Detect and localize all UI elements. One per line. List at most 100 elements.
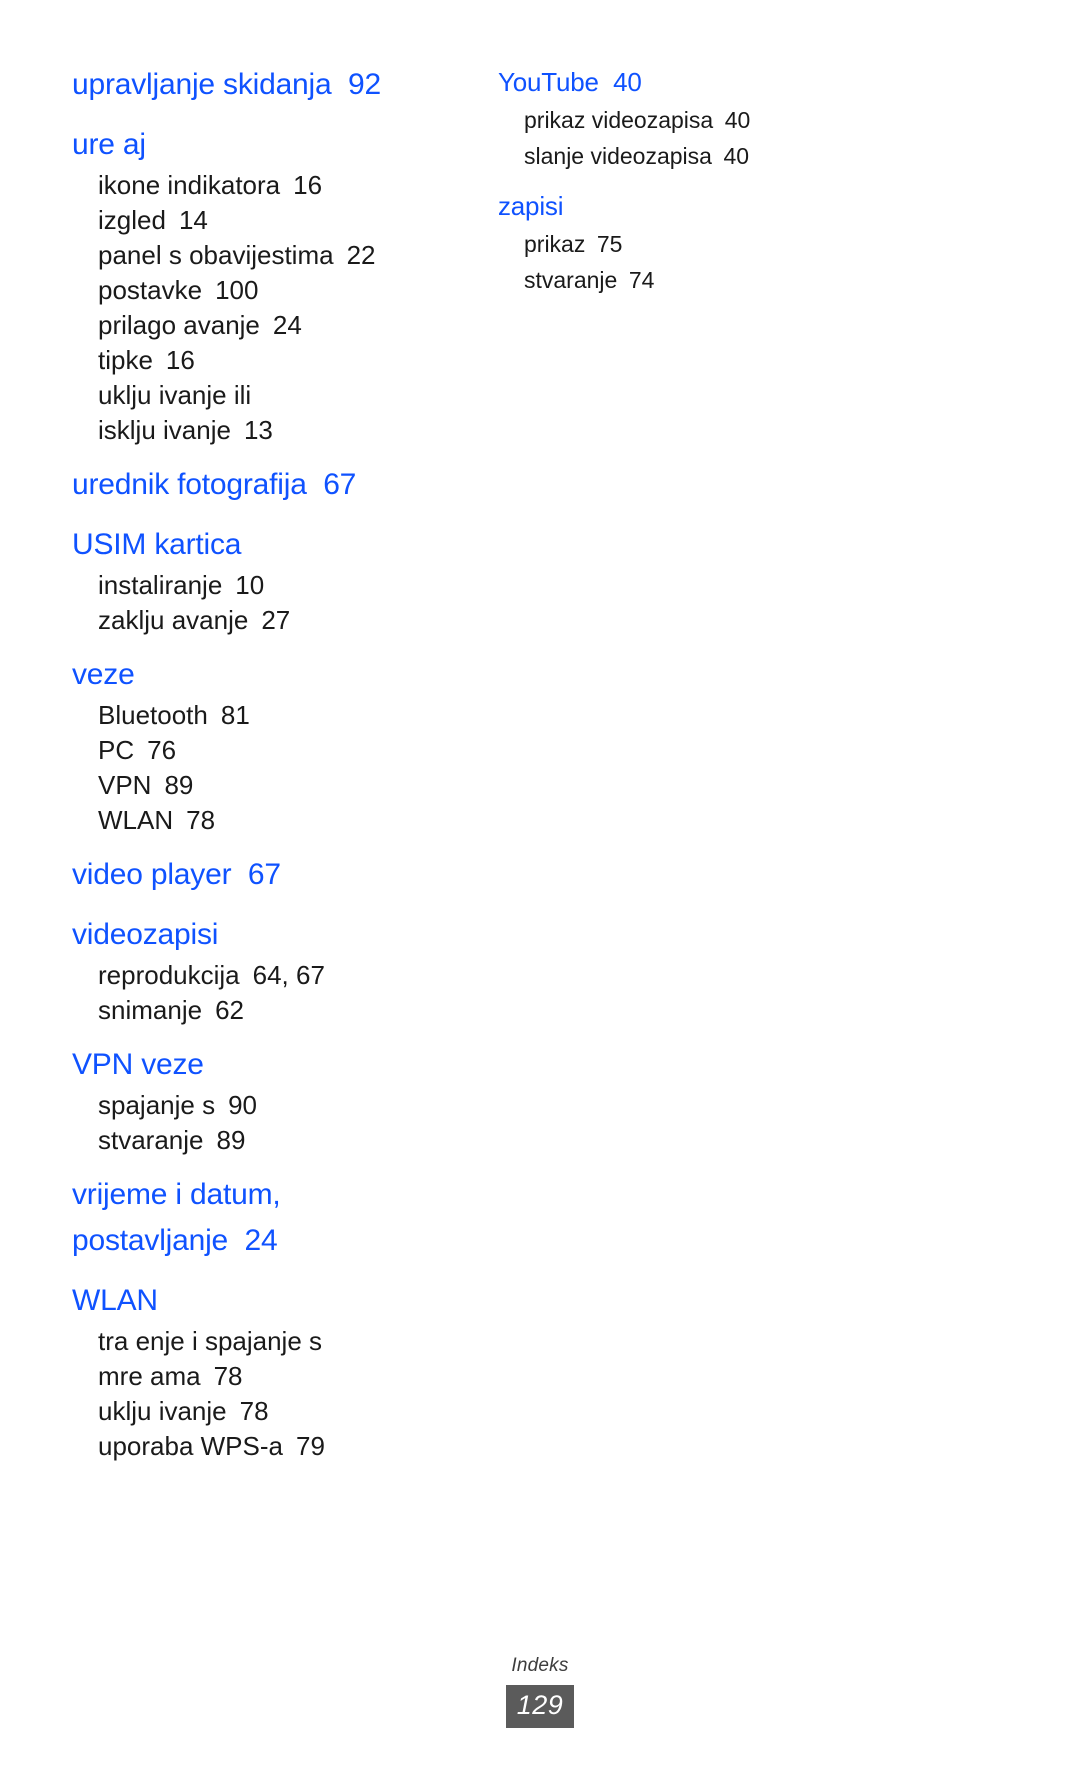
index-heading-page: 92 xyxy=(348,68,381,101)
index-entry[interactable]: uporaba WPS-a 79 xyxy=(72,1429,472,1464)
index-entry-text: prikaz videozapisa xyxy=(524,107,714,133)
index-entry[interactable]: slanje videozapisa 40 xyxy=(498,138,898,174)
index-entry[interactable]: stvaranje 89 xyxy=(72,1123,472,1158)
index-heading-page: 67 xyxy=(247,858,281,891)
index-heading-text: zapisi xyxy=(498,191,564,221)
index-heading[interactable]: video player 67 xyxy=(72,852,472,898)
index-entry-page: 40 xyxy=(723,143,750,169)
index-entry-line: uklju ivanje ili xyxy=(98,380,252,410)
index-entry-text: uklju ivanje xyxy=(98,1396,227,1426)
index-entry[interactable]: postavke 100 xyxy=(72,273,472,308)
index-entry[interactable]: prikaz videozapisa 40 xyxy=(498,102,898,138)
index-entry[interactable]: prikaz 75 xyxy=(498,226,898,262)
index-heading-text: video player xyxy=(72,858,232,891)
index-entry-page: 14 xyxy=(178,205,208,235)
index-entry-page: 24 xyxy=(272,310,302,340)
index-entry-text: izgled xyxy=(98,205,166,235)
index-group: urednik fotografija 67 xyxy=(72,462,472,508)
index-entry-page: 62 xyxy=(215,995,244,1025)
index-entry-line: isklju ivanje 13 xyxy=(98,413,472,448)
index-heading[interactable]: upravljanje skidanja 92 xyxy=(72,62,472,108)
index-entry-page: 78 xyxy=(186,805,216,835)
index-heading[interactable]: VPN veze xyxy=(72,1042,472,1088)
index-group: vrijeme i datum, postavljanje 24 xyxy=(72,1172,472,1264)
index-heading[interactable]: USIM kartica xyxy=(72,522,472,568)
index-entry-page: 64, 67 xyxy=(252,960,325,990)
index-entry-page: 89 xyxy=(216,1125,246,1155)
index-entry-list: ikone indikatora 16 izgled 14 panel s obavij… xyxy=(72,168,472,448)
index-entry[interactable]: panel s obavijestima 22 xyxy=(72,238,472,273)
index-entry[interactable]: uklju ivanje 78 xyxy=(72,1394,472,1429)
index-heading[interactable]: WLAN xyxy=(72,1278,472,1324)
index-entry[interactable]: izgled 14 xyxy=(72,203,472,238)
index-entry-page: 74 xyxy=(628,267,655,293)
index-entry[interactable]: prilago avanje 24 xyxy=(72,308,472,343)
index-entry[interactable]: VPN 89 xyxy=(72,768,472,803)
index-heading[interactable]: ure aj xyxy=(72,122,472,168)
index-entry-list: prikaz 75 stvaranje 74 xyxy=(498,226,898,298)
index-group: VPN veze spajanje s 90 stvaranje 89 xyxy=(72,1042,472,1158)
index-entry-text: postavke xyxy=(98,275,203,305)
page-footer: Indeks 129 xyxy=(0,1655,1080,1728)
index-entry[interactable]: tipke 16 xyxy=(72,343,472,378)
index-entry-text: slanje videozapisa xyxy=(524,143,712,169)
index-group: veze Bluetooth 81 PC 76 VPN 89 WLAN 78 xyxy=(72,652,472,838)
index-entry-list: tra enje i spajanje s mre ama 78 uklju ivan… xyxy=(72,1324,472,1464)
index-entry[interactable]: ikone indikatora 16 xyxy=(72,168,472,203)
index-entry-page: 40 xyxy=(724,107,751,133)
index-entry-page: 13 xyxy=(243,415,273,445)
index-entry[interactable]: snimanje 62 xyxy=(72,993,472,1028)
index-heading[interactable]: vrijeme i datum, postavljanje 24 xyxy=(72,1172,472,1264)
index-heading-page: 67 xyxy=(323,468,357,501)
index-entry-text: mre ama xyxy=(98,1361,201,1391)
index-entry-page: 78 xyxy=(239,1396,269,1426)
index-heading[interactable]: zapisi xyxy=(498,186,898,226)
index-entry[interactable]: reprodukcija 64, 67 xyxy=(72,958,472,993)
index-entry-list: reprodukcija 64, 67 snimanje 62 xyxy=(72,958,472,1028)
index-heading[interactable]: veze xyxy=(72,652,472,698)
index-heading[interactable]: urednik fotografija 67 xyxy=(72,462,472,508)
index-entry[interactable]: spajanje s 90 xyxy=(72,1088,472,1123)
index-heading-text: postavljanje xyxy=(72,1224,229,1257)
index-group: zapisi prikaz 75 stvaranje 74 xyxy=(498,186,898,298)
index-heading-page: 40 xyxy=(613,67,642,97)
index-entry-page: 27 xyxy=(261,605,291,635)
index-entry-text: tipke xyxy=(98,345,153,375)
index-entry[interactable]: stvaranje 74 xyxy=(498,262,898,298)
index-entry[interactable]: instaliranje 10 xyxy=(72,568,472,603)
index-entry[interactable]: PC 76 xyxy=(72,733,472,768)
index-entry-page: 78 xyxy=(213,1361,243,1391)
index-entry-list: spajanje s 90 stvaranje 89 xyxy=(72,1088,472,1158)
index-group: videozapisi reprodukcija 64, 67 snimanje 62 xyxy=(72,912,472,1028)
index-group: video player 67 xyxy=(72,852,472,898)
index-heading[interactable]: videozapisi xyxy=(72,912,472,958)
index-entry[interactable]: tra enje i spajanje s mre ama 78 xyxy=(72,1324,472,1394)
footer-label: Indeks xyxy=(511,1655,569,1676)
index-group: upravljanje skidanja 92 xyxy=(72,62,472,108)
index-entry[interactable]: WLAN 78 xyxy=(72,803,472,838)
index-entry-text: prikaz xyxy=(524,231,586,257)
index-column-right: YouTube 40 prikaz videozapisa 40 slanje vide… xyxy=(498,62,898,298)
index-entry[interactable]: zaklju avanje 27 xyxy=(72,603,472,638)
index-heading-text: ure aj xyxy=(72,128,146,161)
index-group: WLAN tra enje i spajanje s mre ama 78 uklju … xyxy=(72,1278,472,1464)
index-heading[interactable]: YouTube 40 xyxy=(498,62,898,102)
index-entry[interactable]: Bluetooth 81 xyxy=(72,698,472,733)
index-entry-page: 16 xyxy=(165,345,195,375)
index-entry-text: prilago avanje xyxy=(98,310,260,340)
index-entry-text: snimanje xyxy=(98,995,203,1025)
index-heading-text: YouTube xyxy=(498,67,599,97)
index-entry-page: 90 xyxy=(228,1090,257,1120)
index-entry-text: isklju ivanje xyxy=(98,415,231,445)
index-entry-list: Bluetooth 81 PC 76 VPN 89 WLAN 78 xyxy=(72,698,472,838)
index-entry-page: 100 xyxy=(215,275,259,305)
index-entry[interactable]: uklju ivanje ili isklju ivanje 13 xyxy=(72,378,472,448)
index-entry-text: stvaranje xyxy=(524,267,618,293)
index-entry-page: 79 xyxy=(295,1431,325,1461)
index-entry-page: 16 xyxy=(293,170,323,200)
index-heading-text: WLAN xyxy=(72,1284,158,1317)
index-entry-text: uporaba WPS-a xyxy=(98,1431,283,1461)
index-heading-text: veze xyxy=(72,658,135,691)
index-entry-text: WLAN xyxy=(98,805,174,835)
index-heading-text: urednik fotografija xyxy=(72,468,307,501)
